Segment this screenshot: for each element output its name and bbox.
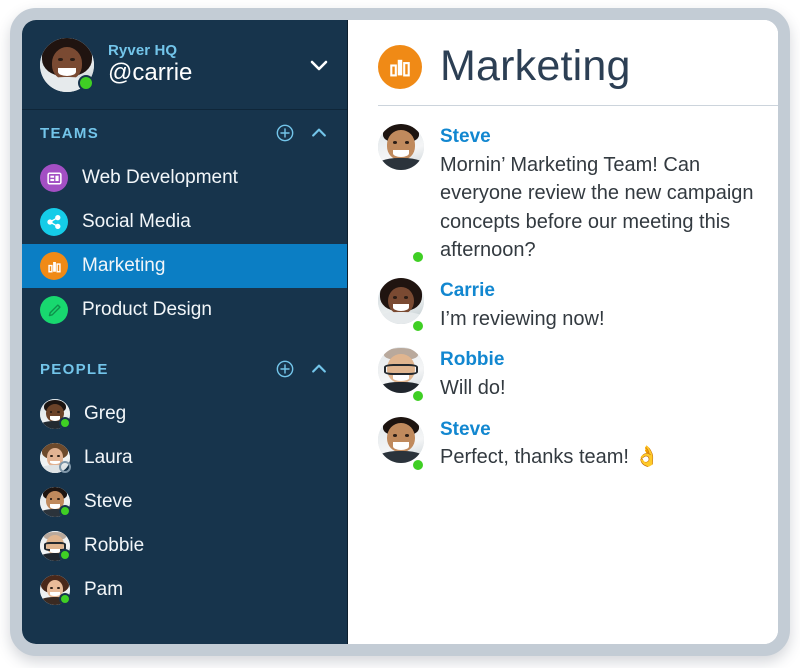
bar-chart-icon <box>378 45 422 89</box>
conversation-panel: Marketing <box>348 20 778 644</box>
list-item[interactable]: Laura <box>22 436 347 480</box>
avatar <box>40 443 70 473</box>
status-indicator <box>59 549 71 561</box>
status-indicator <box>78 75 94 91</box>
status-indicator <box>59 505 71 517</box>
person-name: Pam <box>84 579 123 601</box>
person-name: Greg <box>84 403 126 425</box>
message-text: Mornin’ Marketing Team! Can everyone rev… <box>440 151 754 265</box>
conversation-header: Marketing <box>348 20 778 106</box>
list-item[interactable]: Greg <box>22 392 347 436</box>
workspace-org-name: Ryver HQ <box>108 43 192 59</box>
workspace-switcher[interactable]: Ryver HQ @carrie <box>22 20 347 110</box>
people-section-header: PEOPLE <box>22 346 347 392</box>
sidebar-item-label: Marketing <box>82 255 165 277</box>
status-indicator <box>411 389 425 403</box>
workspace-username: @carrie <box>108 60 192 86</box>
message-text: Will do! <box>440 374 506 402</box>
message-item: Steve Perfect, thanks team! 👌 <box>378 417 754 472</box>
message-author: Carrie <box>440 279 605 303</box>
sidebar-item-label: Social Media <box>82 211 191 233</box>
person-name: Steve <box>84 491 133 513</box>
teams-section-header: TEAMS <box>22 110 347 156</box>
teams-section-title: TEAMS <box>40 125 99 142</box>
message-author: Robbie <box>440 348 506 372</box>
pencil-icon <box>40 296 68 324</box>
person-name: Laura <box>84 447 133 469</box>
sidebar-item-label: Web Development <box>82 167 238 189</box>
app-window: Ryver HQ @carrie TEAMS <box>10 8 790 656</box>
avatar <box>40 399 70 429</box>
message-item: Steve Mornin’ Marketing Team! Can everyo… <box>378 124 754 264</box>
avatar <box>378 124 424 264</box>
sidebar-item-web-development[interactable]: Web Development <box>22 156 347 200</box>
avatar <box>378 417 424 472</box>
status-indicator <box>411 250 425 264</box>
sidebar-item-label: Product Design <box>82 299 212 321</box>
status-indicator <box>59 593 71 605</box>
list-item[interactable]: Pam <box>22 568 347 612</box>
bar-chart-icon <box>40 252 68 280</box>
sidebar-item-marketing[interactable]: Marketing <box>22 244 347 288</box>
message-text: I’m reviewing now! <box>440 305 605 333</box>
list-item[interactable]: Robbie <box>22 524 347 568</box>
sidebar-item-social-media[interactable]: Social Media <box>22 200 347 244</box>
add-team-button[interactable] <box>275 123 295 143</box>
list-card-icon <box>40 164 68 192</box>
avatar <box>378 278 424 333</box>
avatar <box>378 347 424 402</box>
message-author: Steve <box>440 418 659 442</box>
add-person-button[interactable] <box>275 359 295 379</box>
sidebar-item-product-design[interactable]: Product Design <box>22 288 347 332</box>
status-indicator <box>411 319 425 333</box>
avatar <box>40 575 70 605</box>
message-item: Carrie I’m reviewing now! <box>378 278 754 333</box>
status-indicator <box>59 461 71 473</box>
message-text: Perfect, thanks team! 👌 <box>440 443 659 471</box>
message-list: Steve Mornin’ Marketing Team! Can everyo… <box>348 106 778 472</box>
person-name: Robbie <box>84 535 144 557</box>
message-author: Steve <box>440 125 754 149</box>
chevron-down-icon[interactable] <box>307 53 331 77</box>
page-title: Marketing <box>440 42 631 91</box>
sidebar: Ryver HQ @carrie TEAMS <box>22 20 348 644</box>
collapse-people-button[interactable] <box>309 359 329 379</box>
status-indicator <box>411 458 425 472</box>
status-indicator <box>59 417 71 429</box>
collapse-teams-button[interactable] <box>309 123 329 143</box>
message-item: Robbie Will do! <box>378 347 754 402</box>
share-icon <box>40 208 68 236</box>
avatar <box>40 531 70 561</box>
avatar <box>40 38 94 92</box>
avatar <box>40 487 70 517</box>
people-section-title: PEOPLE <box>40 361 109 378</box>
list-item[interactable]: Steve <box>22 480 347 524</box>
